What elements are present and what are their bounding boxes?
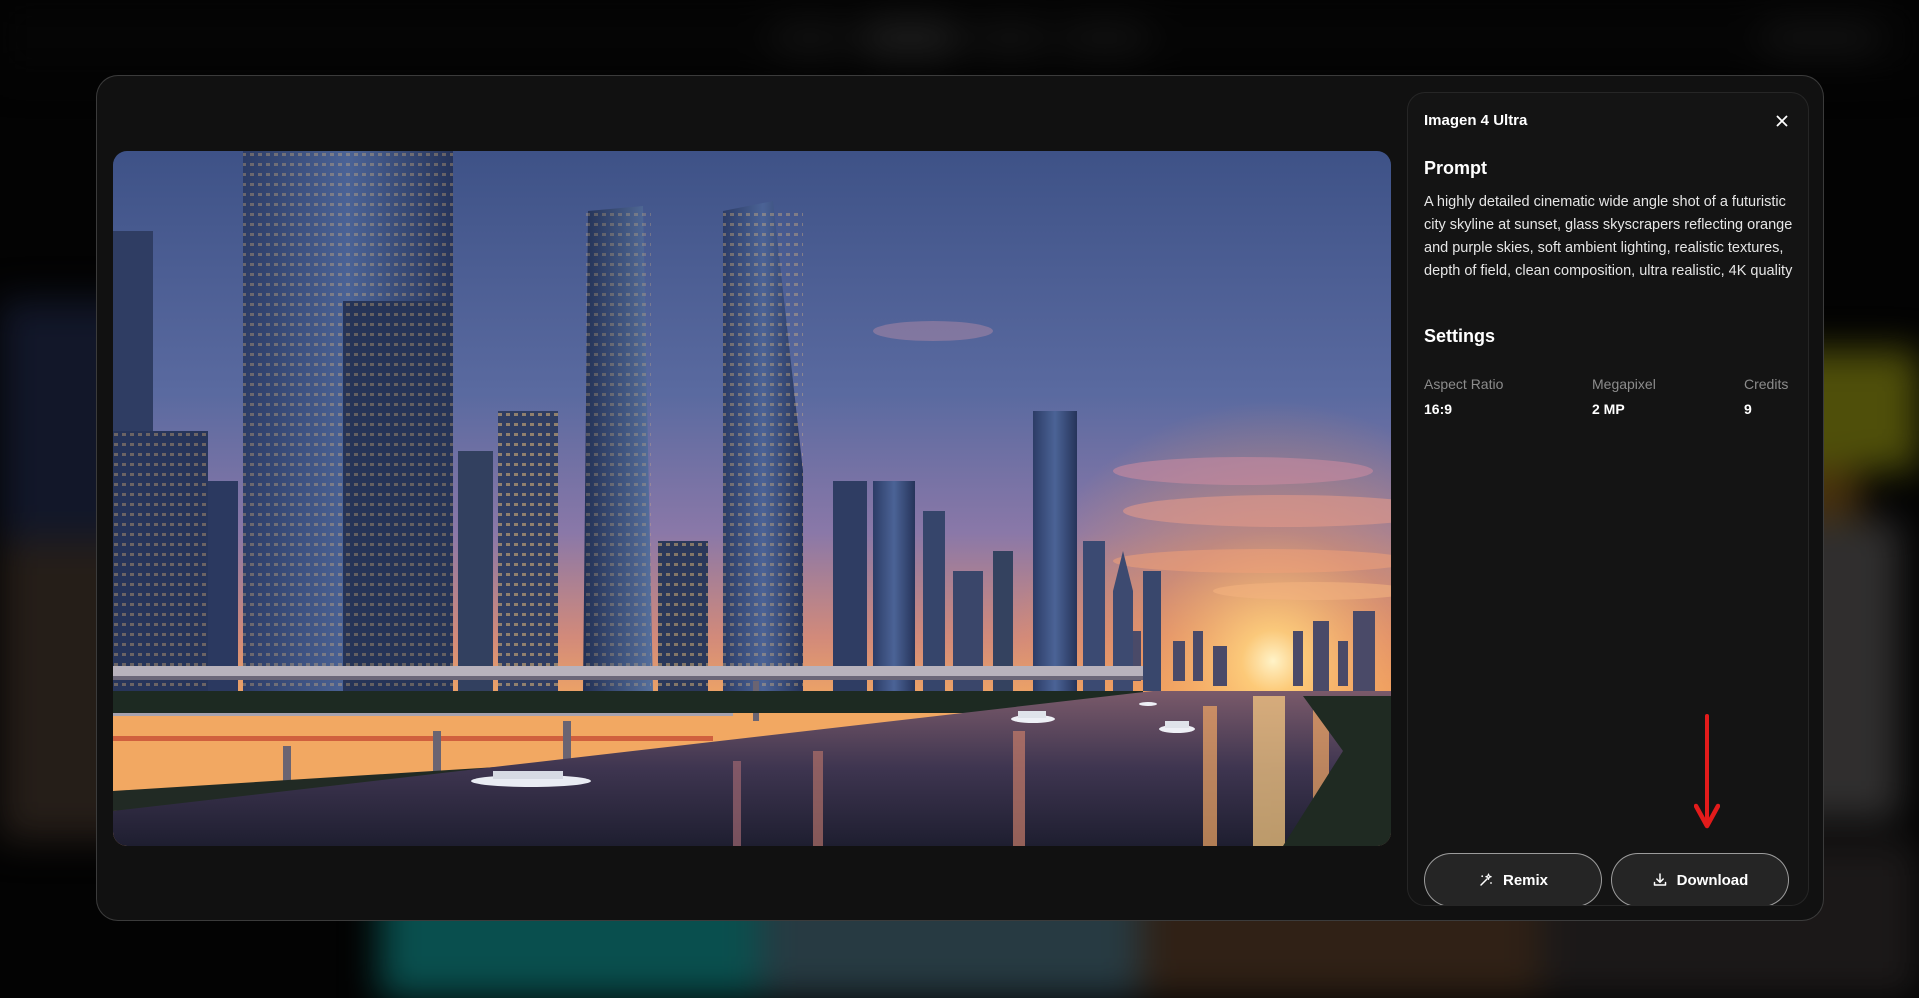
image-detail-modal: Imagen 4 Ultra Prompt A highly detailed … xyxy=(96,75,1824,921)
settings-heading: Settings xyxy=(1424,326,1496,346)
download-icon xyxy=(1653,873,1666,886)
setting-label: Aspect Ratio xyxy=(1424,376,1504,392)
setting-label: Credits xyxy=(1744,376,1789,392)
setting-value: 2 MP xyxy=(1592,401,1625,417)
prompt-heading: Prompt xyxy=(1424,158,1487,178)
sparkle-icon xyxy=(1480,873,1492,886)
download-button[interactable]: Download xyxy=(1611,853,1789,905)
setting-value: 9 xyxy=(1744,401,1752,417)
remix-label: Remix xyxy=(1502,871,1549,889)
red-arrow-down-icon xyxy=(1694,714,1720,829)
setting-value: 16:9 xyxy=(1424,401,1453,417)
setting-aspect-ratio: Aspect Ratio 16:9 xyxy=(1424,376,1503,417)
setting-megapixel: Megapixel 2 MP xyxy=(1592,376,1656,417)
generated-image xyxy=(113,151,1391,846)
download-label: Download xyxy=(1676,871,1749,889)
setting-credits: Credits 9 xyxy=(1744,376,1788,417)
remix-button[interactable]: Remix xyxy=(1424,853,1602,905)
prompt-text: A highly detailed cinematic wide angle s… xyxy=(1424,194,1793,279)
close-icon xyxy=(1776,115,1788,127)
image-info-panel: Imagen 4 Ultra Prompt A highly detailed … xyxy=(1407,92,1809,906)
close-button[interactable] xyxy=(1772,111,1792,131)
setting-label: Megapixel xyxy=(1592,376,1656,392)
model-title: Imagen 4 Ultra xyxy=(1424,112,1528,129)
